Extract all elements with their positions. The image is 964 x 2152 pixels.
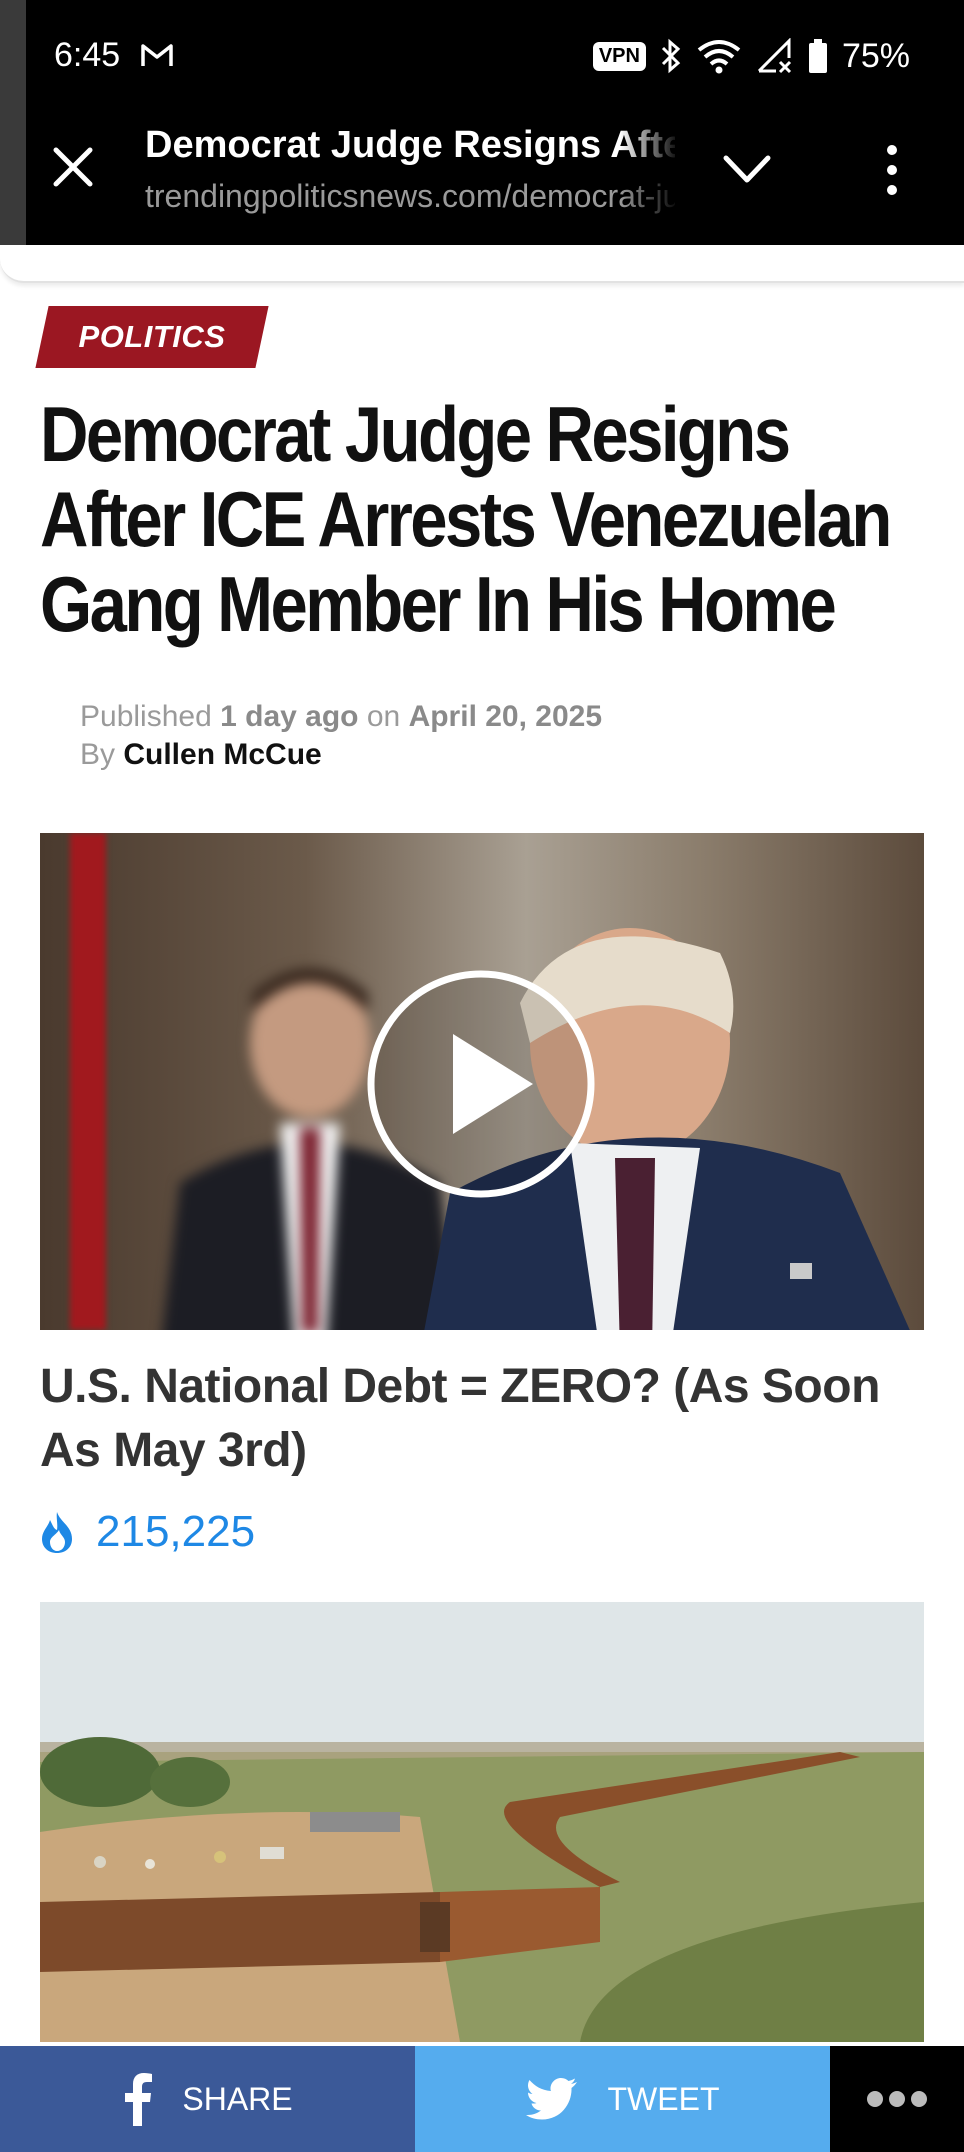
share-label: SHARE (182, 2080, 293, 2117)
signal-off-icon (757, 38, 791, 74)
border-wall-image (40, 1602, 924, 2042)
page-url: trendingpoliticsnews.com/democrat-judge-… (145, 178, 675, 214)
bluetooth-icon (661, 38, 681, 74)
video-ad-thumbnail[interactable] (40, 833, 924, 1330)
vpn-badge: VPN (592, 41, 646, 71)
ad-headline[interactable]: U.S. National Debt = ZERO? (As Soon As M… (40, 1355, 920, 1483)
page-top-edge (0, 245, 964, 283)
battery-icon (808, 39, 827, 73)
share-bar: SHARE TWEET (0, 2046, 964, 2152)
published-date: April 20, 2025 (408, 700, 603, 733)
published-prefix: Published (80, 700, 212, 733)
facebook-icon (125, 2073, 153, 2126)
status-icons: VPN 75% (592, 34, 910, 78)
ad-engagement: 215,225 (40, 1502, 255, 1562)
article-photo[interactable] (40, 1602, 924, 2042)
gmail-icon (141, 44, 173, 66)
article-headline: Democrat Judge Resigns After ICE Arrests… (40, 392, 934, 647)
wifi-icon (697, 40, 741, 74)
play-icon[interactable] (365, 968, 597, 1200)
window-edge (0, 0, 26, 245)
author-link[interactable]: Cullen McCue (123, 738, 321, 771)
engagement-count: 215,225 (96, 1507, 256, 1556)
headline-line: Gang Member In His Home (40, 560, 837, 648)
more-dot (867, 2091, 883, 2107)
status-time: 6:45 (54, 36, 121, 74)
page-title: Democrat Judge Resigns After ICE Arrests… (145, 124, 675, 166)
battery-percent: 75% (841, 36, 910, 75)
published-line: Published 1 day ago on April 20, 2025 (80, 698, 602, 736)
tweet-label: TWEET (607, 2080, 720, 2117)
published-on: on (366, 700, 401, 733)
chevron-down-icon[interactable] (720, 150, 774, 190)
headline-line: Democrat Judge Resigns (40, 390, 791, 478)
flame-icon (42, 1512, 72, 1553)
article-meta: Published 1 day ago on April 20, 2025 By… (80, 698, 602, 774)
published-relative: 1 day ago (220, 700, 359, 733)
by-prefix: By (80, 738, 116, 771)
close-icon[interactable] (48, 142, 98, 192)
status-bar: 6:45 VPN 75% (0, 0, 964, 110)
twitter-tweet-button[interactable]: TWEET (415, 2046, 830, 2152)
more-share-button[interactable] (830, 2046, 964, 2152)
byline: By Cullen McCue (80, 736, 602, 774)
title-fade (620, 120, 680, 230)
facebook-share-button[interactable]: SHARE (0, 2046, 415, 2152)
more-vert-icon[interactable] (872, 140, 912, 200)
headline-line: After ICE Arrests Venezuelan (40, 475, 892, 563)
twitter-icon (525, 2078, 577, 2120)
more-dot (889, 2091, 905, 2107)
more-dot (911, 2091, 927, 2107)
flag-curtain (70, 833, 106, 1330)
category-badge[interactable]: POLITICS (42, 306, 262, 368)
